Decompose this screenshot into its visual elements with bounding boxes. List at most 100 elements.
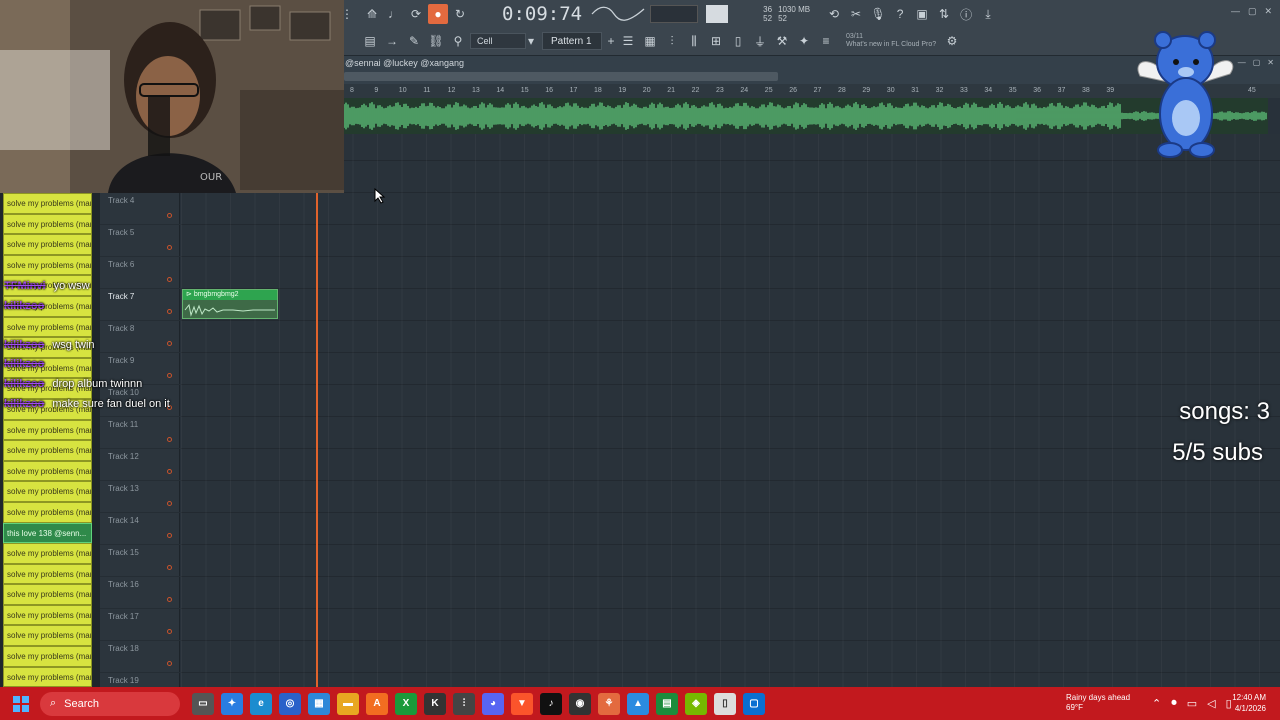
playlist-grid[interactable] <box>181 134 1280 687</box>
metronome-icon[interactable]: ♩ <box>384 4 404 24</box>
loop-record-icon[interactable]: ↻ <box>450 4 470 24</box>
weather-widget[interactable]: Rainy days ahead 69°F <box>1046 693 1130 713</box>
playlist-close-icon[interactable]: ✕ <box>1267 58 1274 67</box>
track-header[interactable]: Track 17 <box>100 609 180 641</box>
clip-list-item[interactable]: solve my problems (mars... <box>3 666 92 687</box>
track-header[interactable]: Track 7 <box>100 289 180 321</box>
clip-list-item[interactable]: solve my problems (mars... <box>3 460 92 482</box>
clip-list-item[interactable]: solve my problems (mars... <box>3 481 92 502</box>
master-volume-meter[interactable] <box>650 5 699 23</box>
wand-icon[interactable]: ✦ <box>794 31 814 51</box>
clip-list-item[interactable]: solve my problems (mars... <box>3 234 92 255</box>
plugin-icon[interactable]: ⊞ <box>706 31 726 51</box>
channel-rack-icon[interactable]: ▦ <box>640 31 660 51</box>
minimize-icon[interactable]: — <box>1231 6 1240 17</box>
plug-icon[interactable]: ⏚ <box>750 31 770 51</box>
chevron-up-icon[interactable]: ⌃ <box>1152 697 1161 710</box>
pattern-clip[interactable]: ⊳ bmgbmgbmg2 <box>182 289 278 319</box>
track-mute-icon[interactable] <box>167 437 172 442</box>
mixer-icon[interactable]: ✂ <box>846 4 866 24</box>
close-icon[interactable]: ✕ <box>1264 6 1272 17</box>
clip-list-item[interactable]: this love 138 @senn... <box>3 522 92 544</box>
help-icon[interactable]: ? <box>890 4 910 24</box>
ableton-icon[interactable]: K <box>424 692 446 715</box>
link-icon[interactable]: ⛓ <box>426 31 446 51</box>
clip-list-item[interactable]: solve my problems (mars... <box>3 604 92 626</box>
news-settings-icon[interactable]: ⚙ <box>942 31 962 51</box>
discord-icon[interactable]: ◕ <box>482 692 504 715</box>
tempo-tap-icon[interactable]: ⟰ <box>362 4 382 24</box>
taskbar-search[interactable]: ⌕ Search <box>40 691 180 716</box>
nvidia-icon[interactable]: ◈ <box>685 692 707 715</box>
track-mute-icon[interactable] <box>167 341 172 346</box>
track-mute-icon[interactable] <box>167 469 172 474</box>
piano-icon[interactable]: ▤ <box>360 31 380 51</box>
clip-list-item[interactable]: solve my problems (mars... <box>3 193 92 214</box>
clip-list-item[interactable]: solve my problems (mars... <box>3 584 92 605</box>
info-icon[interactable]: ⓘ <box>956 4 976 24</box>
clip-list-item[interactable]: solve my problems (mars... <box>3 419 92 441</box>
pencil-icon[interactable]: ✎ <box>404 31 424 51</box>
track-header[interactable]: Track 5 <box>100 225 180 257</box>
clip-list-item[interactable]: solve my problems (mars... <box>3 254 92 276</box>
track-header[interactable]: Track 4 <box>100 193 180 225</box>
snap-selector[interactable]: Cell <box>470 33 526 49</box>
network-icon[interactable]: ▭ <box>1187 697 1197 710</box>
audio-app-icon[interactable]: ⫶ <box>453 692 475 715</box>
playhead[interactable] <box>316 193 318 687</box>
chevron-down-icon[interactable]: ▾ <box>526 31 536 51</box>
fl-studio-icon[interactable]: ⚘ <box>598 692 620 715</box>
edge-icon[interactable]: e <box>250 692 272 715</box>
playlist-maximize-icon[interactable]: ▢ <box>1253 58 1261 67</box>
track-mute-icon[interactable] <box>167 501 172 506</box>
horizontal-scrollbar[interactable] <box>344 72 778 81</box>
clip-list-item[interactable]: solve my problems (mars... <box>3 501 92 523</box>
save-icon[interactable]: ▣ <box>912 4 932 24</box>
track-mute-icon[interactable] <box>167 309 172 314</box>
chrome-icon[interactable]: ◎ <box>279 692 301 715</box>
file-icon[interactable]: ▯ <box>728 31 748 51</box>
copilot-icon[interactable]: ✦ <box>221 692 243 715</box>
track-mute-icon[interactable] <box>167 245 172 250</box>
spreadsheet-icon[interactable]: ▤ <box>656 692 678 715</box>
refresh-icon[interactable]: ⟲ <box>824 4 844 24</box>
track-mute-icon[interactable] <box>167 533 172 538</box>
notepad-icon[interactable]: ▯ <box>714 692 736 715</box>
track-mute-icon[interactable] <box>167 597 172 602</box>
clip-list-item[interactable]: solve my problems (mars... <box>3 543 92 564</box>
track-mute-icon[interactable] <box>167 565 172 570</box>
mic-tray-icon[interactable]: ⏺ <box>1171 697 1177 710</box>
track-header[interactable]: Track 16 <box>100 577 180 609</box>
browser-icon[interactable]: ⫼ <box>684 31 704 51</box>
count-in-icon[interactable]: ⟳ <box>406 4 426 24</box>
arrow-right-icon[interactable]: → <box>382 31 402 51</box>
clip-list-item[interactable]: solve my problems (mars... <box>3 440 92 461</box>
tool-icon[interactable]: ⚒ <box>772 31 792 51</box>
export-icon[interactable]: ⇅ <box>934 4 954 24</box>
maximize-icon[interactable]: ▢ <box>1248 6 1257 17</box>
task-view-icon[interactable]: ▭ <box>192 692 214 715</box>
track-header[interactable]: Track 13 <box>100 481 180 513</box>
clip-list-item[interactable]: solve my problems (mars... <box>3 625 92 647</box>
track-mute-icon[interactable] <box>167 629 172 634</box>
track-header[interactable]: Track 12 <box>100 449 180 481</box>
clip-list-item[interactable]: solve my problems (mars... <box>3 316 92 338</box>
battery-icon[interactable]: ▯ <box>1226 697 1232 710</box>
illustrator-icon[interactable]: A <box>366 692 388 715</box>
record-icon[interactable]: ● <box>428 4 448 24</box>
download-icon[interactable]: ⤓ <box>978 4 998 24</box>
track-header[interactable]: Track 6 <box>100 257 180 289</box>
taskbar-clock[interactable]: 12:40 AM 4/1/2026 <box>1232 692 1266 714</box>
track-mute-icon[interactable] <box>167 373 172 378</box>
tiktok-icon[interactable]: ♪ <box>540 692 562 715</box>
settings-app-icon[interactable]: ▢ <box>743 692 765 715</box>
folder-icon[interactable]: ▬ <box>337 692 359 715</box>
track-mute-icon[interactable] <box>167 213 172 218</box>
mixer-window-icon[interactable]: ⫶ <box>662 31 682 51</box>
clip-list-item[interactable]: solve my problems (mars... <box>3 563 92 585</box>
news-panel[interactable]: 03/11 What's new in FL Cloud Pro? <box>846 33 942 49</box>
track-header[interactable]: Track 8 <box>100 321 180 353</box>
excel-icon[interactable]: X <box>395 692 417 715</box>
brave-icon[interactable]: ▼ <box>511 692 533 715</box>
clip-list-item[interactable]: solve my problems (mars... <box>3 213 92 235</box>
